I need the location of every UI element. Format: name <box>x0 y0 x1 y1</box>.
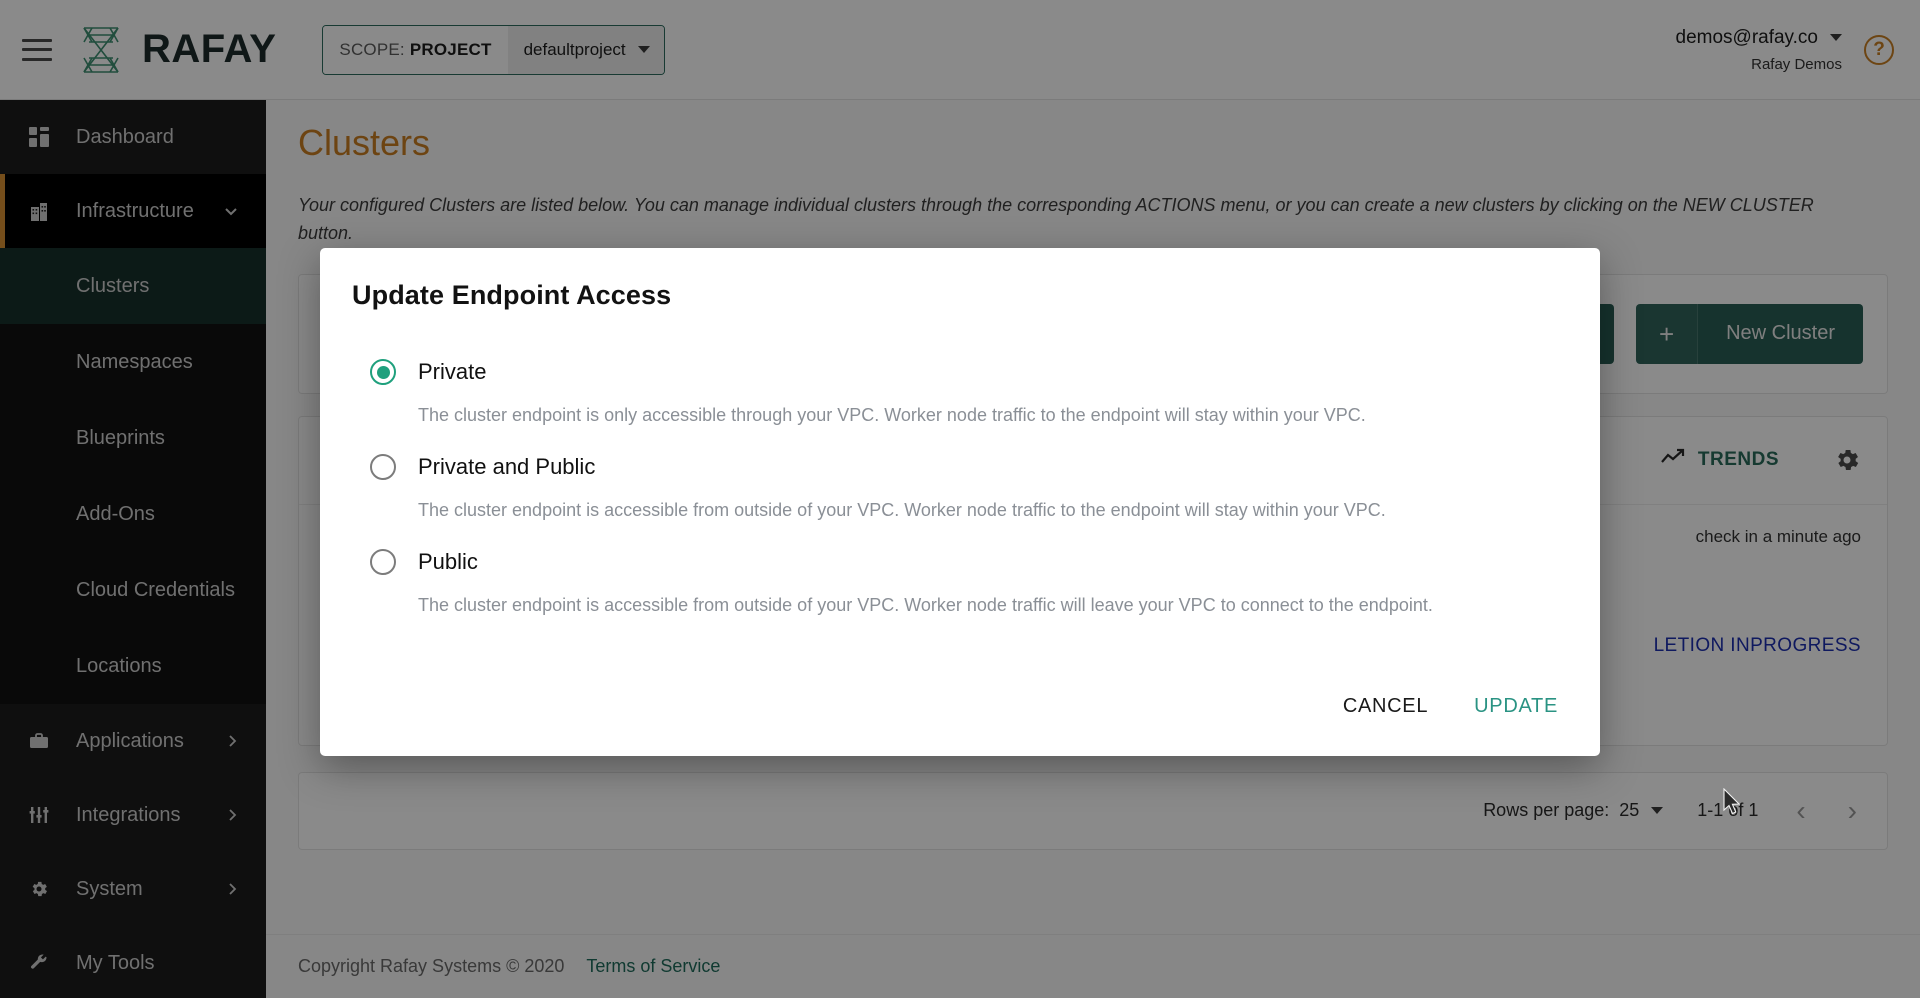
radio-label: Private <box>418 359 487 384</box>
update-button[interactable]: UPDATE <box>1458 683 1574 730</box>
dialog-body: Private The cluster endpoint is only acc… <box>320 311 1600 683</box>
radio-icon[interactable] <box>370 359 396 385</box>
radio-description: The cluster endpoint is only accessible … <box>418 405 1366 425</box>
update-endpoint-access-dialog: Update Endpoint Access Private The clust… <box>320 248 1600 756</box>
radio-label: Private and Public <box>418 454 596 480</box>
radio-icon[interactable] <box>370 454 396 481</box>
radio-description: The cluster endpoint is accessible from … <box>418 595 1433 616</box>
radio-option-private-and-public[interactable]: Private and Public <box>320 454 1600 481</box>
app-root: RAFAY SCOPE: PROJECT defaultproject demos… <box>0 0 1920 998</box>
radio-label: Public <box>418 549 478 575</box>
cancel-button[interactable]: CANCEL <box>1327 683 1444 730</box>
dialog-title: Update Endpoint Access <box>352 280 672 310</box>
radio-description: The cluster endpoint is accessible from … <box>418 500 1386 521</box>
radio-option-public[interactable]: Public <box>320 549 1600 576</box>
dialog-actions: CANCEL UPDATE <box>320 683 1600 756</box>
radio-icon[interactable] <box>370 549 396 576</box>
mouse-cursor <box>1722 787 1742 821</box>
radio-option-private[interactable]: Private <box>320 359 1600 385</box>
